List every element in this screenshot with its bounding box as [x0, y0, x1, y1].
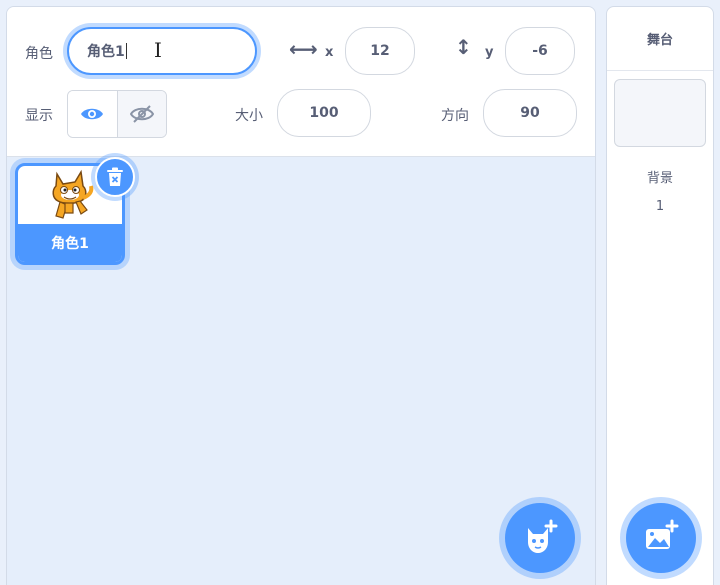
size-label: 大小 — [235, 108, 263, 124]
stage-pane[interactable]: 舞台 背景 1 — [606, 6, 714, 585]
x-position-value: 12 — [370, 43, 390, 59]
visibility-toggle — [67, 90, 167, 138]
x-label: x — [325, 45, 334, 60]
add-sprite-button[interactable] — [505, 503, 575, 573]
vertical-arrows-icon: ↕ — [455, 35, 472, 59]
delete-sprite-button[interactable] — [95, 157, 135, 197]
y-position-value: -6 — [532, 43, 548, 59]
stage-thumbnail[interactable] — [614, 79, 706, 147]
direction-label: 方向 — [441, 108, 469, 124]
cat-sprite-icon — [52, 169, 94, 219]
hide-sprite-button[interactable] — [116, 91, 166, 137]
backdrop-count: 1 — [655, 199, 665, 214]
text-caret — [125, 43, 127, 59]
eye-icon — [81, 108, 104, 120]
size-value: 100 — [309, 105, 339, 121]
show-label: 显示 — [25, 108, 53, 124]
direction-input[interactable]: 90 — [483, 89, 577, 137]
size-input[interactable]: 100 — [277, 89, 371, 137]
sprite-name-label: 角色 — [25, 46, 53, 62]
cat-plus-icon — [528, 519, 558, 553]
sprite-info-panel: 角色 角色1 I ⟷ x 12 ↕ y -6 显示 大小 100 方向 90 — [7, 7, 595, 157]
y-label: y — [485, 45, 494, 60]
x-position-input[interactable]: 12 — [345, 27, 415, 75]
sprite-name-input[interactable]: 角色1 — [67, 27, 257, 75]
show-sprite-button[interactable] — [68, 91, 117, 137]
image-plus-icon — [646, 519, 679, 549]
sprite-name-value: 角色1 — [87, 44, 125, 60]
stage-title: 舞台 — [607, 7, 713, 71]
sprite-tile-name: 角色1 — [18, 224, 122, 262]
add-backdrop-button[interactable] — [626, 503, 696, 573]
direction-value: 90 — [520, 105, 540, 121]
y-position-input[interactable]: -6 — [505, 27, 575, 75]
horizontal-arrows-icon: ⟷ — [289, 37, 318, 61]
backdrop-label: 背景 — [646, 171, 673, 186]
sprite-pane: 角色 角色1 I ⟷ x 12 ↕ y -6 显示 大小 100 方向 90 角… — [6, 6, 596, 585]
eye-slash-icon — [129, 105, 154, 123]
ibeam-cursor-icon: I — [154, 38, 162, 62]
trash-icon — [107, 167, 123, 186]
